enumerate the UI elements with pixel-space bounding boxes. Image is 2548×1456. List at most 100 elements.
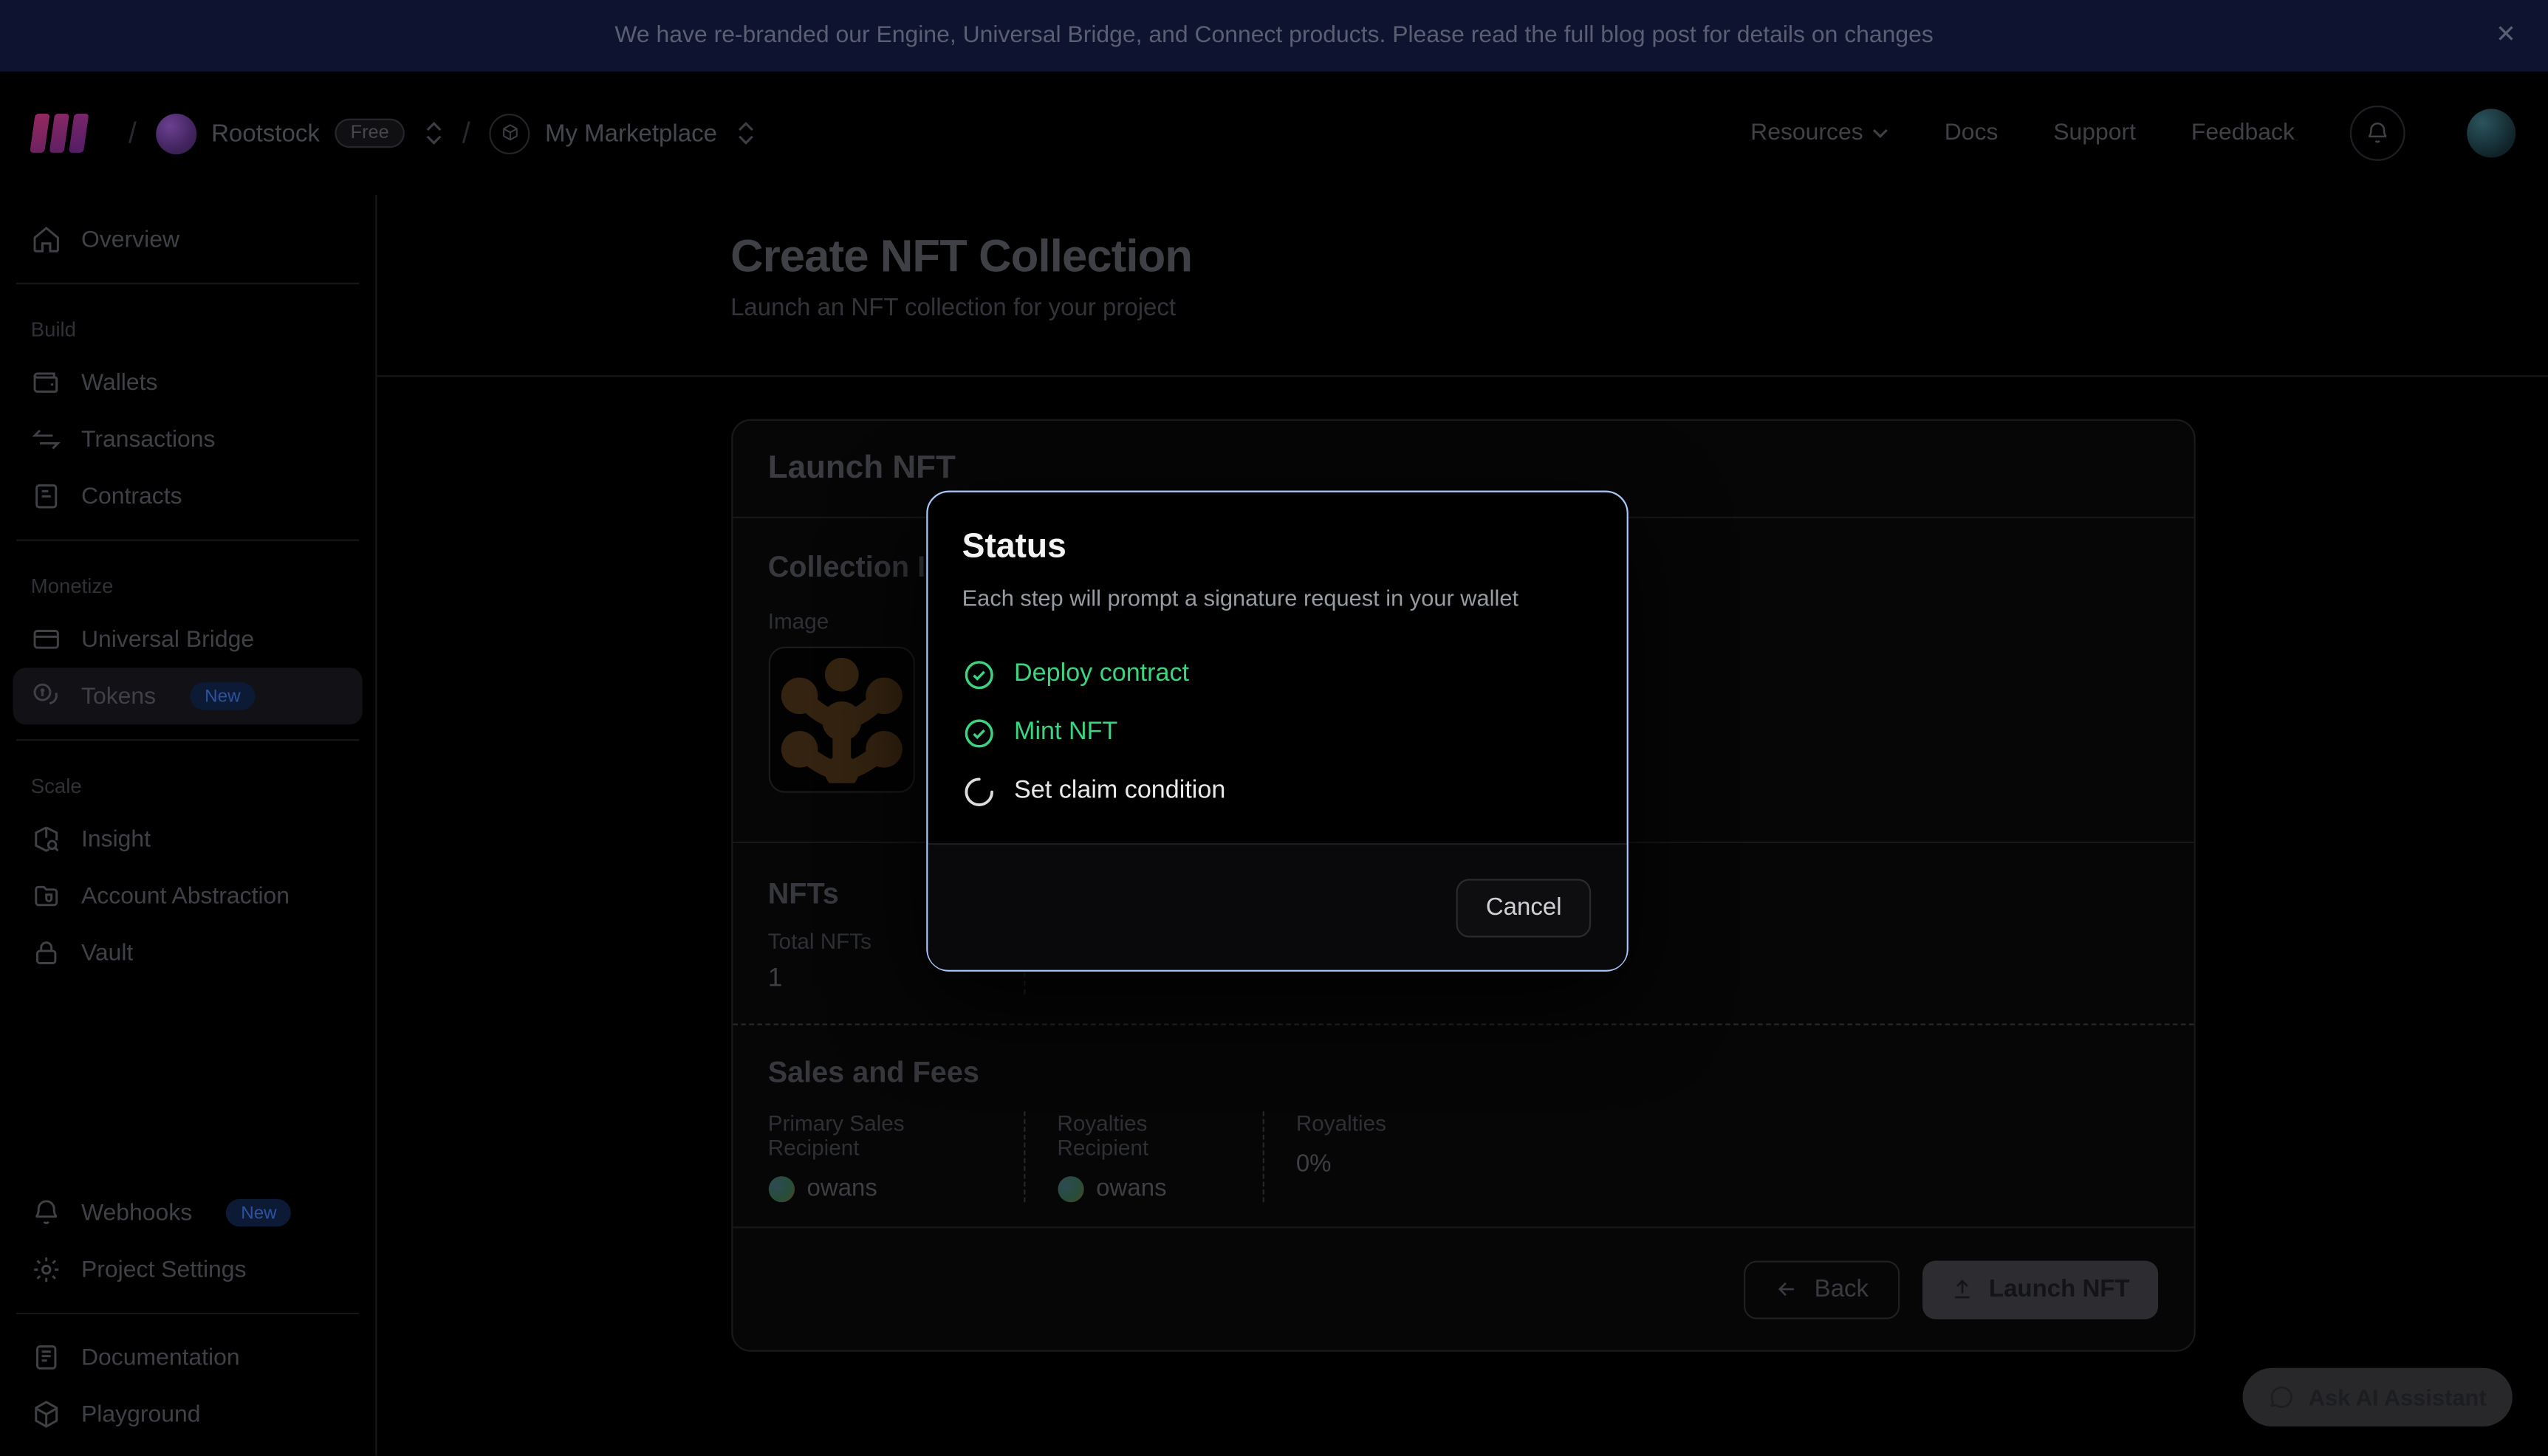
primary-sales-recipient: Primary Sales Recipient owans (768, 1111, 1025, 1202)
sidebar-item-overview[interactable]: Overview (13, 211, 363, 268)
royalties-recipient-value: owans (1096, 1175, 1166, 1202)
home-icon (31, 224, 62, 255)
primary-sales-label: Primary Sales Recipient (768, 1111, 990, 1160)
header-nav: Resources Docs Support Feedback (1750, 106, 2516, 161)
thirdweb-logo-icon[interactable] (32, 114, 86, 153)
sidebar-item-insight[interactable]: Insight (13, 811, 363, 868)
divider (16, 283, 359, 284)
sidebar-item-label: Universal Bridge (81, 626, 254, 652)
coins-icon (31, 681, 62, 712)
announcement-banner[interactable]: We have re-branded our Engine, Universal… (0, 0, 2548, 72)
cube-icon (31, 1399, 62, 1430)
royalties-stat: Royalties 0% (1264, 1111, 1419, 1202)
user-avatar[interactable] (2467, 109, 2516, 157)
sidebar-item-label: Transactions (81, 427, 215, 453)
recipient-avatar (1057, 1175, 1083, 1201)
sidebar-item-webhooks[interactable]: Webhooks New (13, 1184, 363, 1241)
status-modal: Status Each step will prompt a signature… (926, 491, 1629, 972)
book-icon (31, 1342, 62, 1373)
card-footer: Back Launch NFT (732, 1229, 2193, 1350)
royalties-value: 0% (1296, 1150, 1332, 1178)
nav-resources[interactable]: Resources (1750, 120, 1889, 146)
ask-ai-assistant-button[interactable]: Ask AI Assistant (2242, 1368, 2513, 1426)
recipient-avatar (768, 1175, 794, 1201)
back-button-label: Back (1815, 1275, 1869, 1302)
step-deploy-contract: Deploy contract (962, 645, 1593, 704)
nft-artwork (778, 656, 905, 783)
breadcrumb-separator: / (462, 116, 470, 150)
cancel-button[interactable]: Cancel (1456, 878, 1591, 936)
sidebar-bottom-group: Webhooks New Project Settings Documentat… (13, 1184, 363, 1443)
page-title: Create NFT Collection (730, 230, 2195, 282)
app-window: We have re-branded our Engine, Universal… (0, 0, 2548, 1456)
page-subtitle: Launch an NFT collection for your projec… (730, 294, 2195, 321)
sidebar-item-account-abstraction[interactable]: Account Abstraction (13, 868, 363, 924)
back-button[interactable]: Back (1744, 1260, 1900, 1318)
step-set-claim-condition: Set claim condition (962, 762, 1593, 820)
sidebar-item-vault[interactable]: Vault (13, 924, 363, 981)
notifications-button[interactable] (2350, 106, 2405, 161)
plan-badge: Free (335, 119, 405, 148)
announcement-text: We have re-branded our Engine, Universal… (614, 23, 1933, 49)
new-badge: New (226, 1199, 291, 1226)
sidebar-item-label: Overview (81, 227, 179, 253)
sidebar-item-playground[interactable]: Playground (13, 1386, 363, 1443)
sidebar-item-documentation[interactable]: Documentation (13, 1329, 363, 1386)
breadcrumb-project[interactable]: My Marketplace (490, 113, 754, 154)
check-circle-icon (962, 715, 996, 749)
bell-icon (2365, 120, 2391, 146)
document-icon (31, 481, 62, 512)
sidebar: Overview Build Wallets Transactions Cont… (0, 195, 377, 1456)
nav-support[interactable]: Support (2053, 120, 2136, 146)
breadcrumb-separator: / (129, 116, 137, 150)
sidebar-item-label: Wallets (81, 370, 157, 396)
modal-title: Status (962, 528, 1593, 567)
sidebar-item-label: Contracts (81, 484, 182, 509)
folder-shield-icon (31, 881, 62, 912)
lock-icon (31, 938, 62, 969)
sidebar-item-label: Insight (81, 826, 151, 852)
sidebar-item-wallets[interactable]: Wallets (13, 354, 363, 411)
divider (16, 540, 359, 541)
step-label: Set claim condition (1014, 777, 1225, 806)
sidebar-item-label: Playground (81, 1401, 200, 1427)
launch-button-label: Launch NFT (1989, 1275, 2130, 1302)
box-search-icon (31, 824, 62, 855)
divider (16, 739, 359, 741)
gear-icon (31, 1254, 62, 1285)
team-name[interactable]: Rootstock (211, 120, 320, 147)
upload-icon (1950, 1277, 1974, 1302)
sidebar-section-scale: Scale (31, 775, 345, 798)
steps-list: Deploy contract Mint NFT Set claim condi… (962, 645, 1593, 821)
sidebar-item-label: Tokens (81, 683, 156, 709)
nav-resources-label: Resources (1750, 120, 1863, 146)
chevron-updown-icon[interactable] (739, 122, 755, 145)
sidebar-item-tokens[interactable]: Tokens New (13, 667, 363, 724)
primary-sales-value: owans (806, 1175, 877, 1202)
breadcrumb-team[interactable]: Rootstock Free (156, 113, 442, 154)
check-circle-icon (962, 657, 996, 691)
sidebar-item-transactions[interactable]: Transactions (13, 411, 363, 468)
page-header: Create NFT Collection Launch an NFT coll… (377, 195, 2548, 377)
spinner-icon (962, 774, 996, 808)
modal-footer: Cancel (928, 843, 1626, 970)
project-name[interactable]: My Marketplace (545, 120, 717, 147)
close-icon[interactable]: ✕ (2490, 19, 2522, 52)
chevron-updown-icon[interactable] (426, 122, 442, 145)
divider (16, 1313, 359, 1314)
chat-bubble-icon (2268, 1384, 2294, 1410)
sales-and-fees-section: Sales and Fees Primary Sales Recipient o… (732, 1025, 2193, 1228)
step-label: Deploy contract (1014, 659, 1189, 689)
project-cube-icon (490, 113, 530, 154)
nav-docs[interactable]: Docs (1945, 120, 1999, 146)
new-badge: New (190, 682, 255, 710)
launch-nft-button[interactable]: Launch NFT (1922, 1260, 2157, 1318)
collection-image-thumbnail (768, 647, 914, 793)
sidebar-section-monetize: Monetize (31, 575, 345, 598)
sidebar-item-project-settings[interactable]: Project Settings (13, 1241, 363, 1298)
sidebar-item-contracts[interactable]: Contracts (13, 468, 363, 525)
sidebar-item-universal-bridge[interactable]: Universal Bridge (13, 611, 363, 667)
sidebar-item-label: Project Settings (81, 1257, 246, 1282)
nav-feedback[interactable]: Feedback (2191, 120, 2295, 146)
arrows-swap-icon (31, 424, 62, 455)
